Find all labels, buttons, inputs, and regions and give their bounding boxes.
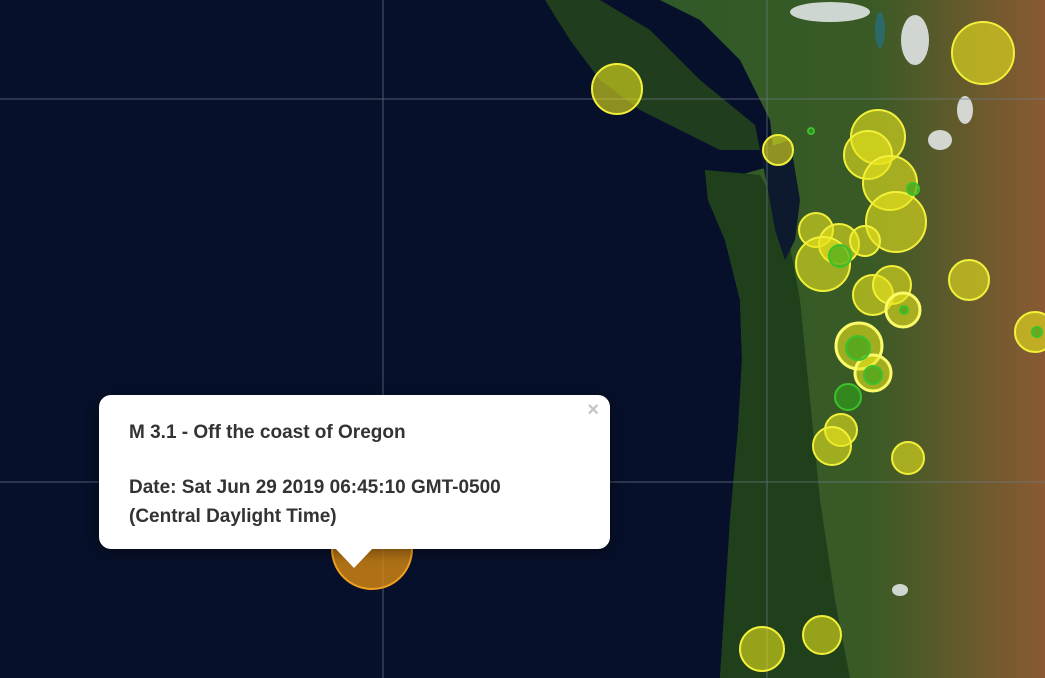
popup-date: Date: Sat Jun 29 2019 06:45:10 GMT-0500 … <box>129 473 580 531</box>
quake-marker[interactable] <box>845 335 871 361</box>
map-canvas <box>0 0 1045 678</box>
popup-timezone-line: (Central Daylight Time) <box>129 506 337 527</box>
quake-marker[interactable] <box>1031 326 1043 338</box>
quake-marker[interactable] <box>863 365 883 385</box>
quake-marker[interactable] <box>951 21 1015 85</box>
quake-marker[interactable] <box>739 626 785 672</box>
popup-tip <box>335 548 373 568</box>
quake-marker[interactable] <box>948 259 990 301</box>
popup-title: M 3.1 - Off the coast of Oregon <box>129 422 406 443</box>
quake-marker[interactable] <box>849 225 881 257</box>
quake-marker[interactable] <box>834 383 862 411</box>
satellite-map[interactable]: × M 3.1 - Off the coast of Oregon Date: … <box>0 0 1045 678</box>
quake-marker[interactable] <box>899 305 909 315</box>
quake-info-popup: × M 3.1 - Off the coast of Oregon Date: … <box>99 395 610 568</box>
popup-date-line: Date: Sat Jun 29 2019 06:45:10 GMT-0500 <box>129 477 501 498</box>
quake-marker[interactable] <box>906 182 920 196</box>
quake-marker[interactable] <box>591 63 643 115</box>
quake-marker[interactable] <box>891 441 925 475</box>
quake-marker[interactable] <box>812 426 852 466</box>
close-icon[interactable]: × <box>587 400 599 420</box>
quake-marker[interactable] <box>807 127 815 135</box>
quake-marker[interactable] <box>802 615 842 655</box>
quake-marker[interactable] <box>762 134 794 166</box>
quake-marker[interactable] <box>828 244 852 268</box>
